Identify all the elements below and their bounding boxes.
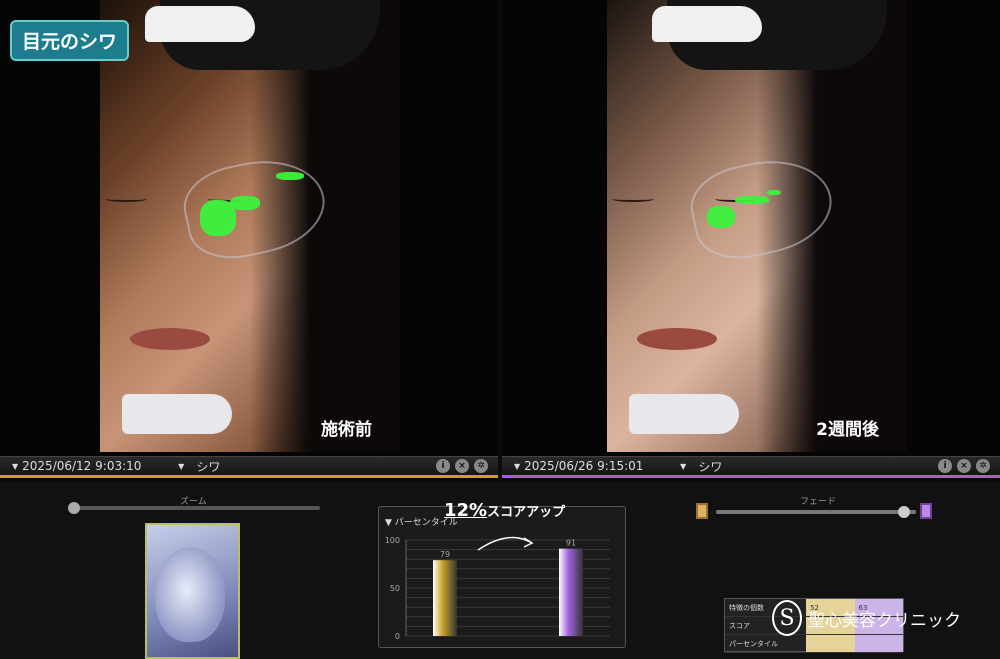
before-mode-select[interactable]: シワ: [196, 458, 220, 475]
after-panel: 2週間後 ▼ 2025/06/26 9:15:01 ▼ シワ i × ✲: [502, 0, 1000, 480]
bar-1: [559, 548, 583, 636]
head-clip: [652, 6, 762, 42]
wrinkle-highlight: [276, 172, 304, 180]
app-root: 施術前 ▼ 2025/06/12 9:03:10 ▼ シワ i × ✲ 2週間後…: [0, 0, 1000, 659]
after-toolbar-icons: i × ✲: [938, 459, 990, 473]
percentile-bar-chart: 0 50 100 79 91: [385, 536, 610, 641]
fade-slider[interactable]: [716, 510, 916, 514]
y-tick-label: 50: [390, 584, 400, 593]
fade-slider-knob[interactable]: [898, 506, 910, 518]
lips: [637, 328, 717, 350]
dropdown-icon[interactable]: ▼: [178, 462, 184, 471]
dropdown-icon[interactable]: ▼: [514, 462, 520, 471]
before-toolbar-icons: i × ✲: [436, 459, 488, 473]
preview-thumbnail[interactable]: [145, 523, 240, 659]
zoom-slider[interactable]: [70, 506, 320, 510]
dropdown-icon[interactable]: ▼: [680, 462, 686, 471]
fade-after-handle[interactable]: [920, 503, 932, 519]
settings-icon[interactable]: ✲: [474, 459, 488, 473]
score-arrow: [477, 536, 531, 551]
bar-value-label: 91: [566, 539, 576, 548]
right-eye: [612, 196, 654, 202]
clinic-brand: S 聖心美容クリニック: [772, 600, 961, 636]
after-face-photo: 2週間後: [607, 0, 907, 452]
head-clip: [145, 6, 255, 42]
info-icon[interactable]: i: [938, 459, 952, 473]
wrinkle-highlight: [707, 206, 735, 228]
close-icon[interactable]: ×: [455, 459, 469, 473]
zoom-slider-knob[interactable]: [68, 502, 80, 514]
before-timestamp[interactable]: 2025/06/12 9:03:10: [22, 459, 172, 473]
bar-value-label: 79: [440, 550, 450, 559]
before-toolbar: ▼ 2025/06/12 9:03:10 ▼ シワ i × ✲: [0, 456, 498, 478]
after-mode-select[interactable]: シワ: [698, 458, 722, 475]
table-row: パーセンタイル: [725, 635, 904, 653]
arrow-head-icon: [523, 537, 534, 548]
before-face-photo: 施術前: [100, 0, 400, 452]
clinic-name: 聖心美容クリニック: [808, 610, 961, 631]
bar-0: [433, 560, 457, 636]
chin-rest: [122, 394, 232, 434]
fade-before-handle[interactable]: [696, 503, 708, 519]
treatment-badge: 目元のシワ: [10, 20, 130, 61]
after-timestamp[interactable]: 2025/06/26 9:15:01: [524, 459, 674, 473]
score-percent: 12%: [444, 500, 488, 521]
before-caption: 施術前: [321, 420, 372, 440]
info-icon[interactable]: i: [436, 459, 450, 473]
right-eye: [105, 196, 147, 202]
wrinkle-highlight: [735, 196, 769, 204]
wrinkle-highlight: [767, 190, 781, 195]
after-toolbar: ▼ 2025/06/26 9:15:01 ▼ シワ i × ✲: [502, 456, 1000, 478]
after-caption: 2週間後: [816, 420, 879, 440]
y-tick-label: 100: [385, 536, 400, 545]
row-label: パーセンタイル: [729, 639, 778, 648]
close-icon[interactable]: ×: [957, 459, 971, 473]
score-suffix: スコアアップ: [487, 505, 566, 520]
after-value: [854, 635, 904, 652]
clinic-logo: S: [772, 600, 802, 636]
fade-label: フェード: [800, 497, 837, 507]
dropdown-icon[interactable]: ▼: [12, 462, 18, 471]
before-panel: 施術前 ▼ 2025/06/12 9:03:10 ▼ シワ i × ✲: [0, 0, 498, 480]
thumbnail-face: [155, 547, 225, 642]
y-tick-label: 0: [395, 632, 400, 641]
settings-icon[interactable]: ✲: [976, 459, 990, 473]
lips: [130, 328, 210, 350]
score-up-label: 12%スコアアップ: [444, 500, 565, 521]
chin-rest: [629, 394, 739, 434]
before-value: [806, 635, 855, 652]
wrinkle-highlight: [230, 196, 260, 210]
